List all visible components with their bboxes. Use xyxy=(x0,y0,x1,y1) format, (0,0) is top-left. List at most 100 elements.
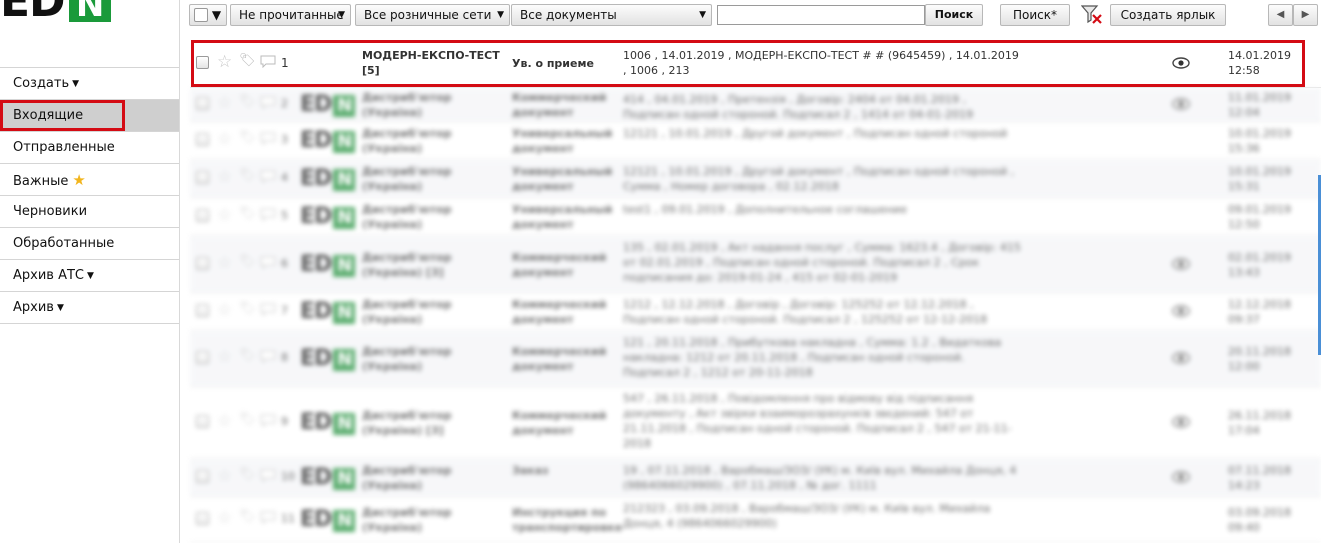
row-checkbox[interactable] xyxy=(196,97,209,110)
comment-icon[interactable] xyxy=(260,414,276,427)
chevron-left-icon: ◀ xyxy=(1276,9,1285,20)
row-checkbox[interactable] xyxy=(196,133,209,146)
sidebar-item-5[interactable]: Обработанные xyxy=(0,228,179,260)
star-icon[interactable]: ☆ xyxy=(217,167,232,187)
star-icon[interactable]: ☆ xyxy=(217,253,232,273)
clear-filter-icon[interactable] xyxy=(1081,3,1103,25)
tag-icon[interactable]: 🏷 xyxy=(239,94,256,109)
sidebar-item-4[interactable]: Черновики xyxy=(0,196,179,228)
sidebar-item-label: Архив xyxy=(13,300,54,315)
document-type: Ув. о приеме xyxy=(512,57,594,70)
tag-icon[interactable]: 🏷 xyxy=(239,130,256,145)
document-description: 212323 , 03.09.2018 , Варобмаш/ЗОЗ/ (УК)… xyxy=(623,502,991,530)
sidebar-item-1[interactable]: Входящие xyxy=(0,100,179,132)
tag-icon[interactable]: 🏷 xyxy=(239,168,256,183)
message-row[interactable]: ☆ 🏷 5 ED N Дистриб'ютор (Україна) Универсальны… xyxy=(190,198,1321,236)
message-row[interactable]: ☆ 🏷 8 ED N Дистриб'ютор (Україна) Коммерческий… xyxy=(190,331,1321,387)
sender-name: МОДЕРН-ЕКСПО-ТЕСТ [5] xyxy=(362,49,500,77)
sender-logo: ED N xyxy=(300,204,356,229)
sender-logo: ED N xyxy=(300,92,356,117)
tag-icon[interactable]: 🏷 xyxy=(239,467,256,482)
row-checkbox[interactable] xyxy=(196,55,209,69)
row-checkbox[interactable] xyxy=(196,415,209,428)
next-page-button[interactable]: ▶ xyxy=(1293,4,1318,26)
star-icon[interactable]: ☆ xyxy=(217,129,232,149)
search-button[interactable]: Поиск xyxy=(925,4,983,26)
comment-icon[interactable] xyxy=(260,208,276,221)
message-row[interactable]: ☆ 🏷 1 МОДЕРН-ЕКСПО-ТЕСТ [5] Ув. о приеме 1006… xyxy=(190,39,1321,88)
comment-icon[interactable] xyxy=(260,132,276,145)
row-checkbox[interactable] xyxy=(196,512,209,525)
eye-icon[interactable] xyxy=(1172,257,1190,270)
tag-icon[interactable]: 🏷 xyxy=(239,301,256,316)
tag-icon[interactable]: 🏷 xyxy=(239,206,256,221)
comment-icon[interactable] xyxy=(260,256,276,269)
tag-icon[interactable]: 🏷 xyxy=(239,509,256,524)
comment-icon[interactable] xyxy=(260,303,276,316)
eye-icon[interactable] xyxy=(1172,305,1190,317)
received-date: 20.11.2018 12:00 xyxy=(1228,345,1291,373)
message-row[interactable]: ☆ 🏷 9 ED N Дистриб'ютор (Україна) [3] Коммерче… xyxy=(190,387,1321,459)
star-icon[interactable]: ☆ xyxy=(217,52,232,72)
row-checkbox[interactable] xyxy=(196,470,209,483)
document-description: 12121 , 10.01.2019 , Другой документ , П… xyxy=(623,127,1008,140)
eye-icon[interactable] xyxy=(1172,471,1190,483)
star-icon[interactable]: ☆ xyxy=(217,347,232,367)
document-filter-select[interactable]: Все документы ▼ xyxy=(511,4,712,26)
eye-icon[interactable] xyxy=(1172,98,1190,110)
message-row[interactable]: ☆ 🏷 3 ED N Дистриб'ютор (Україна) Универсальны… xyxy=(190,122,1321,160)
unread-filter-select[interactable]: Не прочитанные ▼ xyxy=(230,4,351,26)
comment-icon[interactable] xyxy=(260,469,276,482)
logo-box: N xyxy=(68,0,111,22)
row-checkbox[interactable] xyxy=(196,304,209,317)
comment-icon[interactable] xyxy=(260,350,276,363)
document-description: 121 , 20.11.2018 , Прибуткова накладна ,… xyxy=(623,336,1002,379)
sidebar-item-7[interactable]: Архив ▼ xyxy=(0,292,179,324)
star-icon[interactable]: ☆ xyxy=(217,466,232,486)
create-label-button[interactable]: Создать ярлык xyxy=(1110,4,1226,26)
comment-icon[interactable] xyxy=(260,55,276,68)
row-checkbox[interactable] xyxy=(196,256,209,270)
star-icon[interactable]: ☆ xyxy=(217,93,232,113)
prev-page-button[interactable]: ◀ xyxy=(1268,4,1293,26)
select-all-dropdown[interactable]: ▼ xyxy=(189,4,227,26)
message-row[interactable]: ☆ 🏷 2 ED N Дистриб'ютор (Україна) Коммерческий… xyxy=(190,88,1321,122)
sidebar-item-0[interactable]: Создать ▼ xyxy=(0,68,179,100)
message-row[interactable]: ☆ 🏷 11 ED N Дистриб'ютор (Україна) Инструкция … xyxy=(190,497,1321,543)
message-row[interactable]: ☆ 🏷 6 ED N Дистриб'ютор (Україна) [3] Коммерче… xyxy=(190,236,1321,293)
eye-icon[interactable] xyxy=(1172,56,1190,69)
row-checkbox[interactable] xyxy=(196,171,209,184)
star-icon[interactable]: ☆ xyxy=(217,205,232,225)
comment-icon[interactable] xyxy=(260,96,276,109)
star-icon[interactable]: ☆ xyxy=(217,411,232,431)
tag-icon[interactable]: 🏷 xyxy=(239,53,256,68)
document-description: 547 , 26.11.2018 , Повідомлення про відм… xyxy=(623,392,1012,450)
document-type: Коммерческий документ xyxy=(512,91,607,119)
message-row[interactable]: ☆ 🏷 4 ED N Дистриб'ютор (Україна) Универсальны… xyxy=(190,160,1321,198)
message-row[interactable]: ☆ 🏷 7 ED N Дистриб'ютор (Україна) Коммерческий… xyxy=(190,293,1321,331)
row-number: 9 xyxy=(281,415,288,428)
row-checkbox[interactable] xyxy=(196,351,209,364)
tag-icon[interactable]: 🏷 xyxy=(239,254,256,269)
network-filter-select[interactable]: Все розничные сети ▼ xyxy=(355,4,510,26)
eye-icon[interactable] xyxy=(1172,352,1190,364)
tag-icon[interactable]: 🏷 xyxy=(239,412,256,427)
comment-icon[interactable] xyxy=(260,511,276,524)
row-checkbox[interactable] xyxy=(196,209,209,222)
document-type: Коммерческий документ xyxy=(512,298,607,326)
eye-icon[interactable] xyxy=(1172,416,1190,428)
advanced-search-button[interactable]: Поиск* xyxy=(1000,4,1070,26)
sidebar-item-6[interactable]: Архив АТС ▼ xyxy=(0,260,179,292)
sender-name: Дистриб'ютор (Україна) xyxy=(362,91,452,119)
tag-icon[interactable]: 🏷 xyxy=(239,348,256,363)
message-row[interactable]: ☆ 🏷 10 ED N Дистриб'ютор (Україна) Заказ 19 , 0… xyxy=(190,459,1321,497)
sidebar-item-3[interactable]: Важные ★ xyxy=(0,164,179,196)
select-all-checkbox[interactable] xyxy=(194,7,208,22)
comment-icon[interactable] xyxy=(260,170,276,183)
search-input[interactable] xyxy=(717,5,925,25)
sidebar-item-2[interactable]: Отправленные xyxy=(0,132,179,164)
star-icon[interactable]: ☆ xyxy=(217,300,232,320)
edin-logo[interactable]: ED N xyxy=(0,0,111,24)
star-icon[interactable]: ☆ xyxy=(217,508,232,528)
chevron-right-icon: ▶ xyxy=(1301,9,1310,20)
